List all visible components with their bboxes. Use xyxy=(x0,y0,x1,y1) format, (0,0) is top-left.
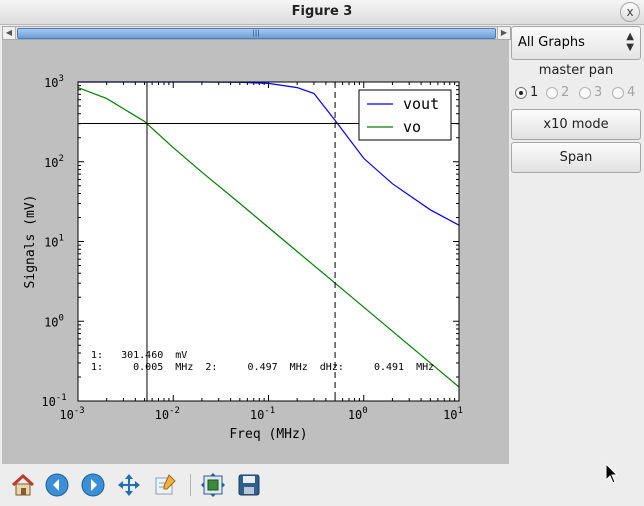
legend-label-vo: vo xyxy=(403,118,421,136)
radio-circle-icon xyxy=(579,86,591,99)
master-pan-radios: 1 2 3 4 xyxy=(513,85,643,103)
radio-label: 3 xyxy=(594,85,603,100)
x-tick-label: 101 xyxy=(443,406,463,422)
legend-label-vout: vout xyxy=(403,95,439,113)
y-tick-label: 10-1 xyxy=(41,393,66,409)
home-icon[interactable] xyxy=(10,472,36,498)
zoom-icon[interactable] xyxy=(152,472,178,498)
y-axis-label: Signals (mV) xyxy=(23,195,38,289)
x-tick-label: 10-3 xyxy=(59,406,84,422)
toolbar-separator xyxy=(190,474,191,496)
y-tick-label: 103 xyxy=(44,74,64,90)
radio-circle-icon xyxy=(515,86,527,99)
radio-circle-icon xyxy=(612,86,624,99)
scroll-right-arrow-icon[interactable]: ▶ xyxy=(497,27,510,39)
close-button[interactable]: x xyxy=(620,2,640,22)
graph-select[interactable]: All Graphs ▲ ▼ xyxy=(511,26,641,60)
pan-icon[interactable] xyxy=(116,472,142,498)
cursor-readout-2: 1: 0.005 MHz 2: 0.497 MHz dHz: 0.491 MHz xyxy=(91,362,434,373)
save-icon[interactable] xyxy=(236,472,262,498)
radio-label: 1 xyxy=(530,85,539,100)
scroll-left-arrow-icon[interactable]: ◀ xyxy=(3,27,16,39)
window-title: Figure 3 xyxy=(291,4,353,19)
radio-label: 4 xyxy=(627,85,636,100)
x-tick-label: 100 xyxy=(348,406,368,422)
x10-mode-button[interactable]: x10 mode xyxy=(511,109,641,140)
radio-circle-icon xyxy=(546,86,558,99)
master-pan-label: master pan xyxy=(538,63,614,78)
radio-label: 2 xyxy=(561,85,570,100)
y-tick-label: 101 xyxy=(44,234,64,250)
toolbar xyxy=(2,466,509,504)
mouse-pointer-icon xyxy=(605,463,619,484)
grip-icon: ||| xyxy=(252,29,260,37)
figure-canvas[interactable]: 10-3 10-2 10-1 100 101 10-1 100 101 102 103 Freq (… xyxy=(2,40,509,464)
scrollbar-thumb[interactable]: ||| xyxy=(17,28,496,39)
horizontal-scrollbar[interactable]: ◀ ||| ▶ xyxy=(2,26,511,40)
x-axis-label: Freq (MHz) xyxy=(229,427,307,442)
y-tick-label: 102 xyxy=(44,154,64,170)
radio-4[interactable]: 4 xyxy=(612,85,635,100)
title-bar: Figure 3 x xyxy=(0,0,644,25)
graph-select-value: All Graphs xyxy=(518,35,585,50)
y-tick-label: 100 xyxy=(44,313,64,329)
updown-arrows-icon: ▲ ▼ xyxy=(626,31,634,53)
x-tick-label: 10-2 xyxy=(155,406,180,422)
radio-1[interactable]: 1 xyxy=(515,85,538,100)
span-button[interactable]: Span xyxy=(511,142,641,173)
forward-icon[interactable] xyxy=(80,472,106,498)
radio-2[interactable]: 2 xyxy=(546,85,569,100)
radio-3[interactable]: 3 xyxy=(579,85,602,100)
x-tick-label: 10-1 xyxy=(250,406,275,422)
plot-svg[interactable]: 10-3 10-2 10-1 100 101 10-1 100 101 102 103 Freq (… xyxy=(2,40,509,464)
subplots-icon[interactable] xyxy=(200,472,226,498)
cursor-readout-1: 1: 301.460 mV xyxy=(91,350,187,361)
back-icon[interactable] xyxy=(44,472,70,498)
